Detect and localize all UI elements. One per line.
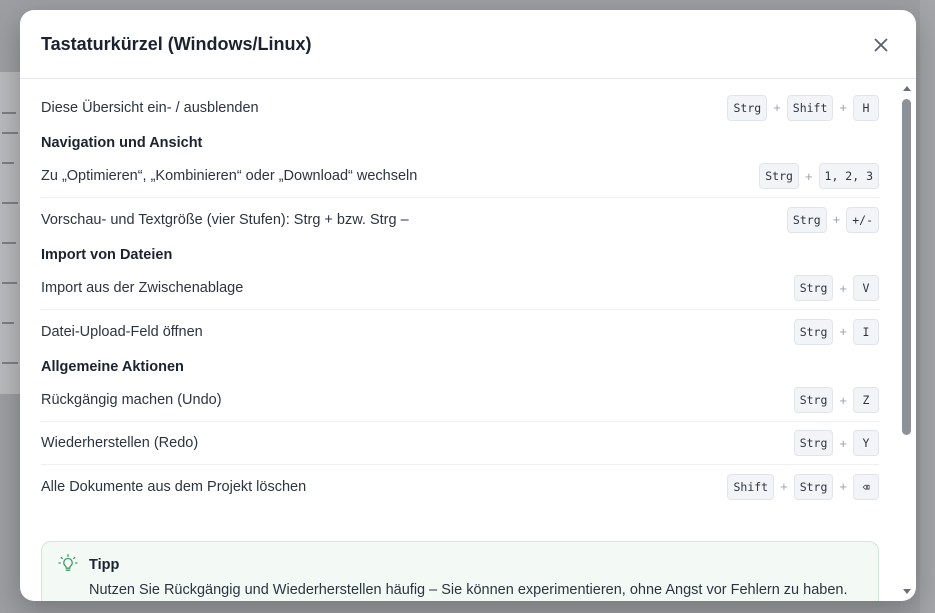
shortcut-row: Rückgängig machen (Undo) Strg + Z: [41, 379, 879, 422]
shortcut-row: Zu „Optimieren“, „Kombinieren“ oder „Dow…: [41, 155, 879, 198]
shortcut-label: Datei-Upload-Feld öffnen: [41, 323, 203, 340]
key-cap: Strg: [793, 473, 834, 500]
key-cap: Shift: [786, 94, 834, 121]
shortcut-keys: Strg +1, 2, 3: [759, 163, 879, 189]
shortcut-list: Diese Übersicht ein- / ausblenden Strg + Sh…: [41, 86, 879, 508]
key-cap: Y: [853, 430, 879, 456]
shortcut-label: Diese Übersicht ein- / ausblenden: [41, 99, 259, 116]
shortcut-keys: Strg + Z: [793, 387, 879, 413]
shortcut-row: Datei-Upload-Feld öffnen Strg + I: [41, 310, 879, 353]
key-cap: Strg: [793, 318, 834, 345]
key-separator: +: [832, 212, 841, 227]
dialog-scrollbar[interactable]: [901, 83, 913, 601]
lightbulb-icon: [58, 554, 78, 571]
key-separator: +: [839, 280, 847, 296]
scroll-down-arrow-icon[interactable]: [903, 589, 911, 594]
key-cap: +/-: [846, 206, 879, 233]
shortcut-keys: Strg + V: [793, 275, 879, 301]
key-separator: +: [839, 100, 847, 115]
key-cap: Strg: [793, 430, 834, 456]
key-separator: +: [839, 435, 847, 451]
key-cap: H: [853, 94, 879, 121]
key-cap: Strg: [786, 206, 827, 233]
background-document-preview: [0, 72, 20, 394]
shortcut-keys: Strg + +/-: [786, 206, 879, 233]
key-cap: 1, 2, 3: [818, 163, 879, 189]
key-separator: +: [839, 324, 847, 339]
shortcut-label: Vorschau- und Textgröße (vier Stufen): S…: [41, 211, 409, 228]
dialog-body[interactable]: Diese Übersicht ein- / ausblenden Strg + Sh…: [20, 79, 916, 601]
key-cap: I: [853, 318, 879, 345]
key-cap: Shift: [727, 473, 775, 500]
shortcut-keys: Strg + Y: [793, 430, 879, 456]
section-title: Allgemeine Aktionen: [41, 353, 879, 379]
key-cap: Strg: [793, 387, 834, 413]
shortcut-keys: Shift + Strg + ⌫: [727, 473, 879, 500]
tip-box: Tipp Nutzen Sie Rückgängig und Wiederher…: [41, 541, 879, 601]
shortcut-label: Wiederherstellen (Redo): [41, 435, 199, 451]
section-title: Import von Dateien: [41, 241, 879, 267]
tip-text: Nutzen Sie Rückgängig und Wiederherstell…: [89, 582, 848, 598]
section-title-text: Import von Dateien: [41, 247, 173, 263]
tip-title: Tipp: [89, 557, 120, 573]
shortcut-keys: Strg + I: [793, 318, 879, 345]
background-sidebar: [920, 0, 935, 613]
scroll-up-arrow-icon[interactable]: [903, 86, 911, 91]
shortcut-row: Import aus der Zwischenablage Strg + V: [41, 267, 879, 310]
shortcut-row: Wiederherstellen (Redo) Strg + Y: [41, 422, 879, 465]
key-cap: Strg: [759, 163, 799, 189]
dialog-title: Tastaturkürzel (Windows/Linux): [41, 34, 312, 54]
shortcut-label: Alle Dokumente aus dem Projekt löschen: [41, 478, 307, 495]
shortcut-label: Rückgängig machen (Undo): [41, 392, 222, 408]
shortcut-label: Zu „Optimieren“, „Kombinieren“ oder „Dow…: [41, 168, 418, 184]
shortcut-keys: Strg + Shift + H: [727, 94, 879, 121]
key-cap: V: [853, 275, 879, 301]
key-separator: +: [780, 479, 788, 494]
key-cap: Strg: [727, 94, 768, 121]
section-title: Navigation und Ansicht: [41, 129, 879, 155]
key-separator: +: [839, 479, 847, 494]
dialog-header: Tastaturkürzel (Windows/Linux): [20, 10, 916, 79]
key-separator: +: [804, 168, 813, 184]
shortcut-row: Vorschau- und Textgröße (vier Stufen): S…: [41, 198, 879, 241]
key-cap: Z: [853, 387, 879, 413]
shortcuts-dialog: Tastaturkürzel (Windows/Linux) Diese Übe…: [20, 10, 916, 601]
key-cap: ⌫: [853, 473, 879, 500]
close-icon: [874, 38, 888, 52]
shortcut-row: Alle Dokumente aus dem Projekt löschen Sh…: [41, 465, 879, 508]
scroll-thumb[interactable]: [902, 99, 911, 435]
key-separator: +: [773, 100, 781, 115]
shortcut-row: Diese Übersicht ein- / ausblenden Strg + Sh…: [41, 86, 879, 129]
shortcut-label: Import aus der Zwischenablage: [41, 280, 244, 296]
key-separator: +: [839, 392, 847, 408]
section-title-text: Allgemeine Aktionen: [41, 359, 184, 375]
key-cap: Strg: [793, 275, 834, 301]
close-button[interactable]: [868, 32, 894, 58]
section-title-text: Navigation und Ansicht: [41, 135, 203, 151]
